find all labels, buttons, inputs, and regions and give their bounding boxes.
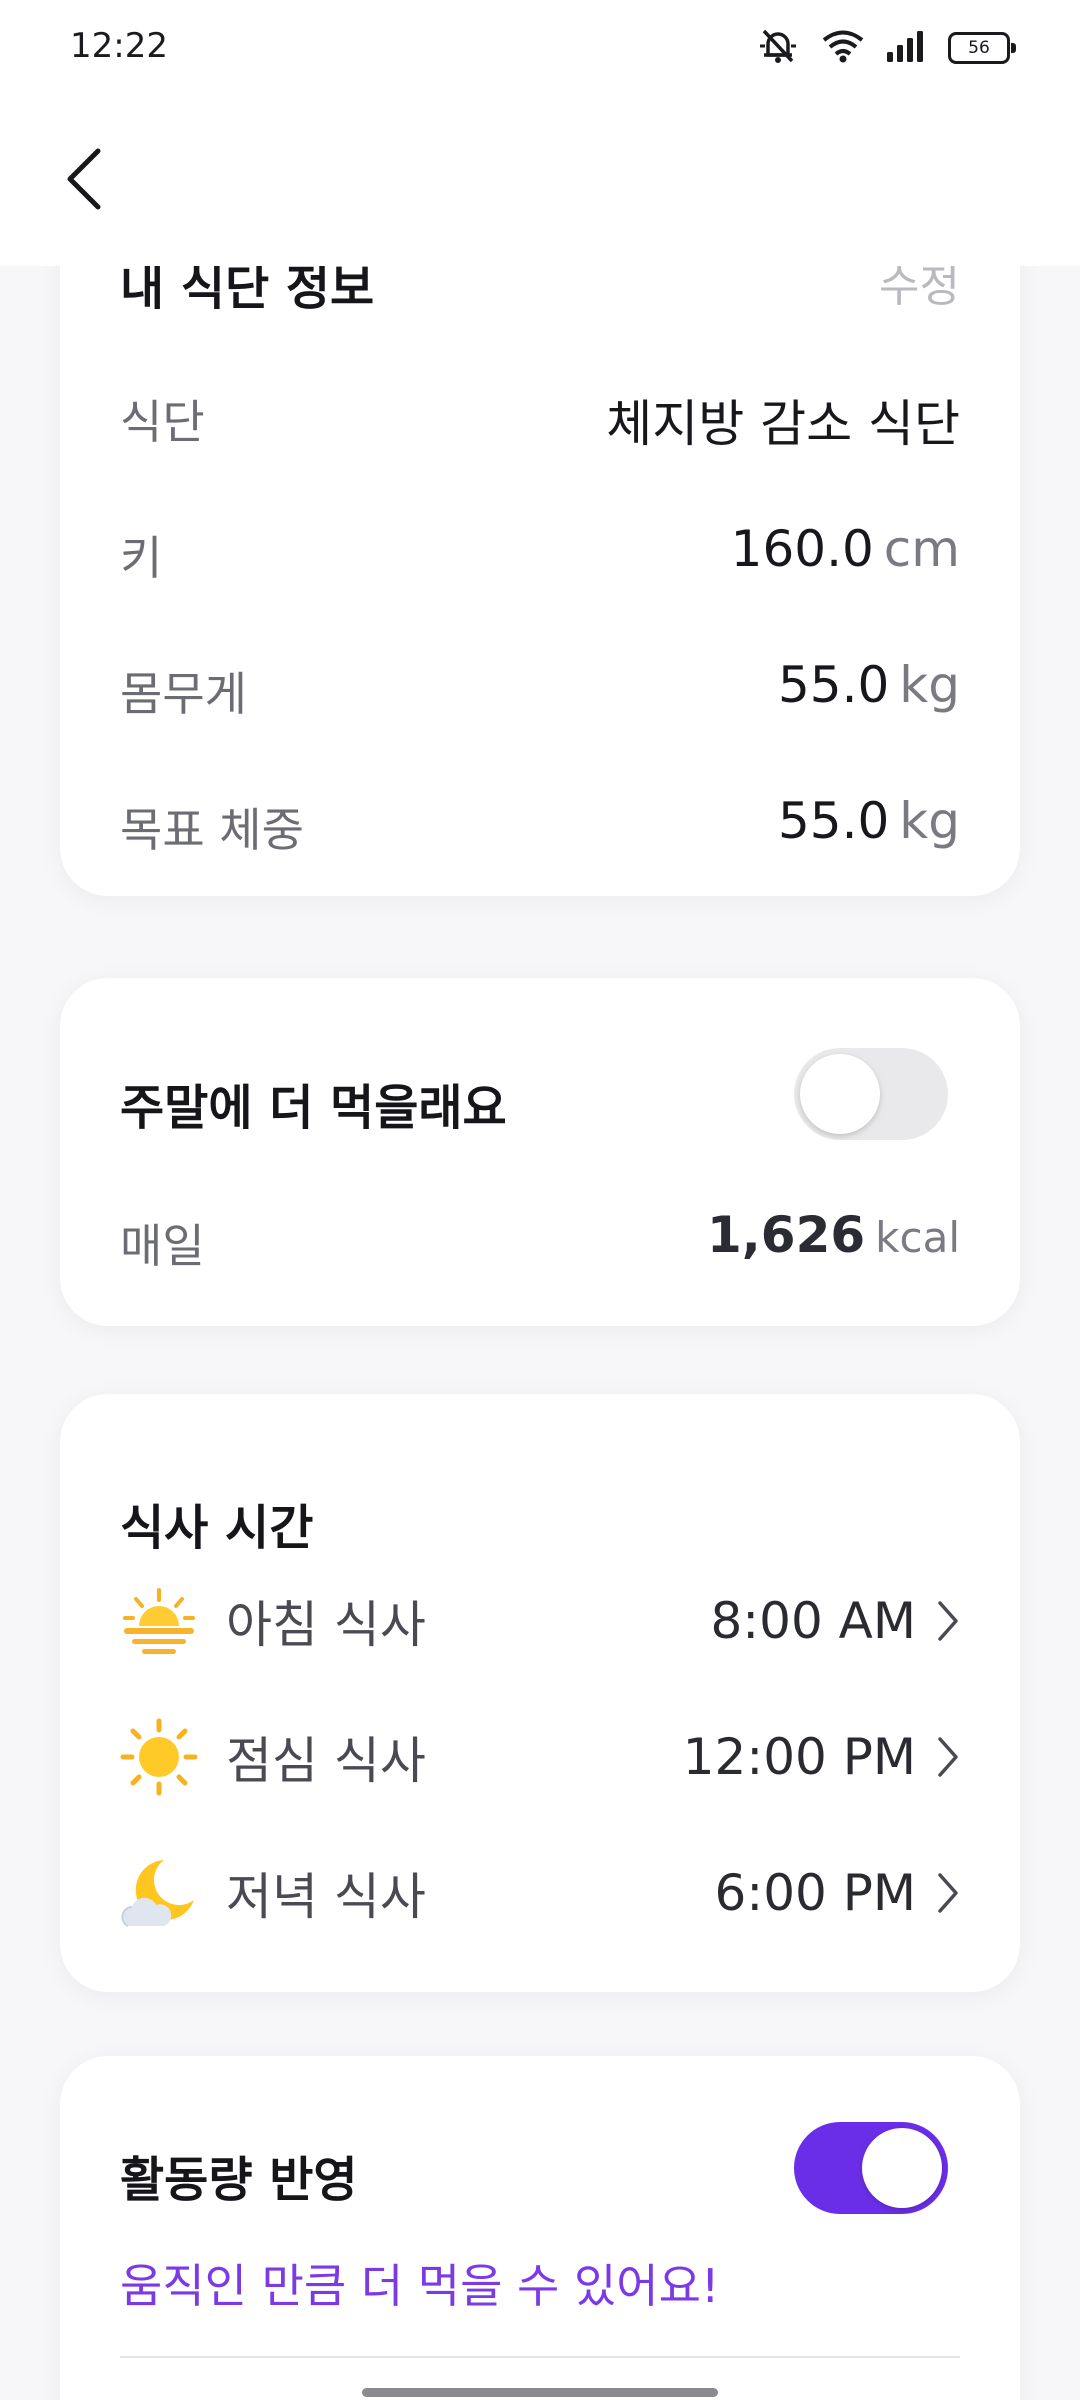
breakfast-label: 아침 식사: [226, 1596, 426, 1654]
chevron-right-icon: [938, 1873, 958, 1913]
toggle-knob: [800, 1054, 880, 1134]
sunrise-icon: [123, 1588, 195, 1654]
activity-toggle[interactable]: [794, 2122, 948, 2214]
back-button[interactable]: [52, 144, 116, 214]
chevron-left-icon: [67, 148, 101, 210]
mute-icon: [756, 27, 800, 69]
height-value: 160.0 cm: [730, 520, 960, 578]
divider: [120, 2356, 960, 2358]
edit-button[interactable]: 수정: [879, 266, 960, 314]
status-time: 12:22: [70, 26, 168, 66]
breakfast-time: 8:00 AM: [710, 1592, 916, 1650]
activity-subtitle: 움직인 만큼 더 먹을 수 있어요!: [120, 2259, 720, 2313]
lunch-time: 12:00 PM: [682, 1728, 916, 1786]
meal-row-breakfast[interactable]: 아침 식사 8:00 AM: [120, 1576, 960, 1666]
diet-info-title: 내 식단 정보: [120, 266, 375, 316]
scroll-content[interactable]: 내 식단 정보 수정 식단 체지방 감소 식단 키 160.0 cm 몸무게 55…: [0, 266, 1080, 2400]
weight-label: 몸무게: [120, 667, 247, 721]
wifi-icon: [822, 29, 864, 67]
chevron-right-icon: [938, 1737, 958, 1777]
meal-times-title: 식사 시간: [120, 1500, 314, 1556]
activity-card: 활동량 반영 움직인 만큼 더 먹을 수 있어요!: [60, 2056, 1020, 2400]
status-bar: 12:22 56: [0, 0, 1080, 96]
weekend-toggle[interactable]: [794, 1048, 948, 1140]
signal-icon: [886, 30, 926, 66]
top-app-bar: [0, 96, 1080, 266]
toggle-knob: [862, 2128, 942, 2208]
meal-row-dinner[interactable]: 저녁 식사 6:00 PM: [120, 1848, 960, 1938]
sun-icon: [120, 1718, 198, 1796]
meal-times-card: 식사 시간 아침 식사 8:00 AM 점심 식사 12:00 PM 저녁 식사…: [60, 1394, 1020, 1992]
diet-info-card: 내 식단 정보 수정 식단 체지방 감소 식단 키 160.0 cm 몸무게 55…: [60, 266, 1020, 896]
weight-value: 55.0 kg: [777, 656, 960, 714]
lunch-label: 점심 식사: [226, 1732, 426, 1790]
weekend-card: 주말에 더 먹을래요 매일 1,626 kcal: [60, 978, 1020, 1326]
chevron-right-icon: [938, 1601, 958, 1641]
battery-icon: 56: [948, 32, 1016, 64]
dinner-time: 6:00 PM: [714, 1864, 916, 1922]
home-indicator[interactable]: [362, 2388, 718, 2397]
target-weight-value: 55.0 kg: [777, 792, 960, 850]
status-icons: 56: [756, 27, 1016, 69]
weekend-title: 주말에 더 먹을래요: [120, 1080, 507, 1136]
activity-title: 활동량 반영: [120, 2152, 358, 2208]
height-label: 키: [120, 531, 163, 585]
meal-row-lunch[interactable]: 점심 식사 12:00 PM: [120, 1712, 960, 1802]
daily-calories: 1,626 kcal: [707, 1206, 960, 1264]
daily-label: 매일: [120, 1219, 205, 1273]
dinner-label: 저녁 식사: [226, 1868, 426, 1926]
target-weight-label: 목표 체중: [120, 803, 304, 857]
moon-cloud-icon: [121, 1860, 194, 1927]
diet-type-label: 식단: [120, 395, 205, 449]
diet-type-value: 체지방 감소 식단: [606, 395, 960, 453]
